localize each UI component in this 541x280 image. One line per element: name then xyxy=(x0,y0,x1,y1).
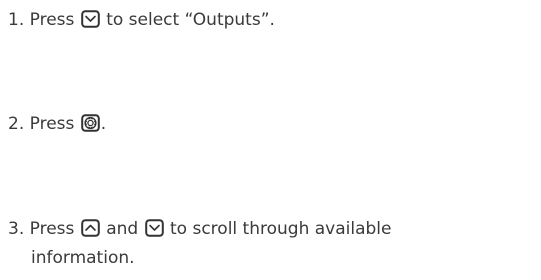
step-2: 2. Press . xyxy=(8,113,106,135)
step-text-before: Press xyxy=(29,114,75,134)
step-text-before: Press xyxy=(29,10,75,30)
center-select-button-icon xyxy=(80,114,100,132)
step-text-before: Press xyxy=(29,219,75,239)
step-text-after: . xyxy=(100,114,107,134)
down-arrow-button-icon xyxy=(144,219,164,237)
up-arrow-button-icon xyxy=(80,219,100,237)
step-number: 3. xyxy=(8,219,25,239)
step-text-after: to scroll through available xyxy=(170,219,392,239)
step-1: 1. Press to select “Outputs”. xyxy=(8,9,275,31)
down-arrow-button-icon xyxy=(80,10,100,28)
step-number: 2. xyxy=(8,114,25,134)
step-text-after: to select “Outputs”. xyxy=(106,10,275,30)
step-3-continuation: information. xyxy=(31,248,135,268)
step-3: 3. Press and to scroll through available xyxy=(8,218,391,240)
step-text-middle: and xyxy=(106,219,139,239)
step-number: 1. xyxy=(8,10,25,30)
